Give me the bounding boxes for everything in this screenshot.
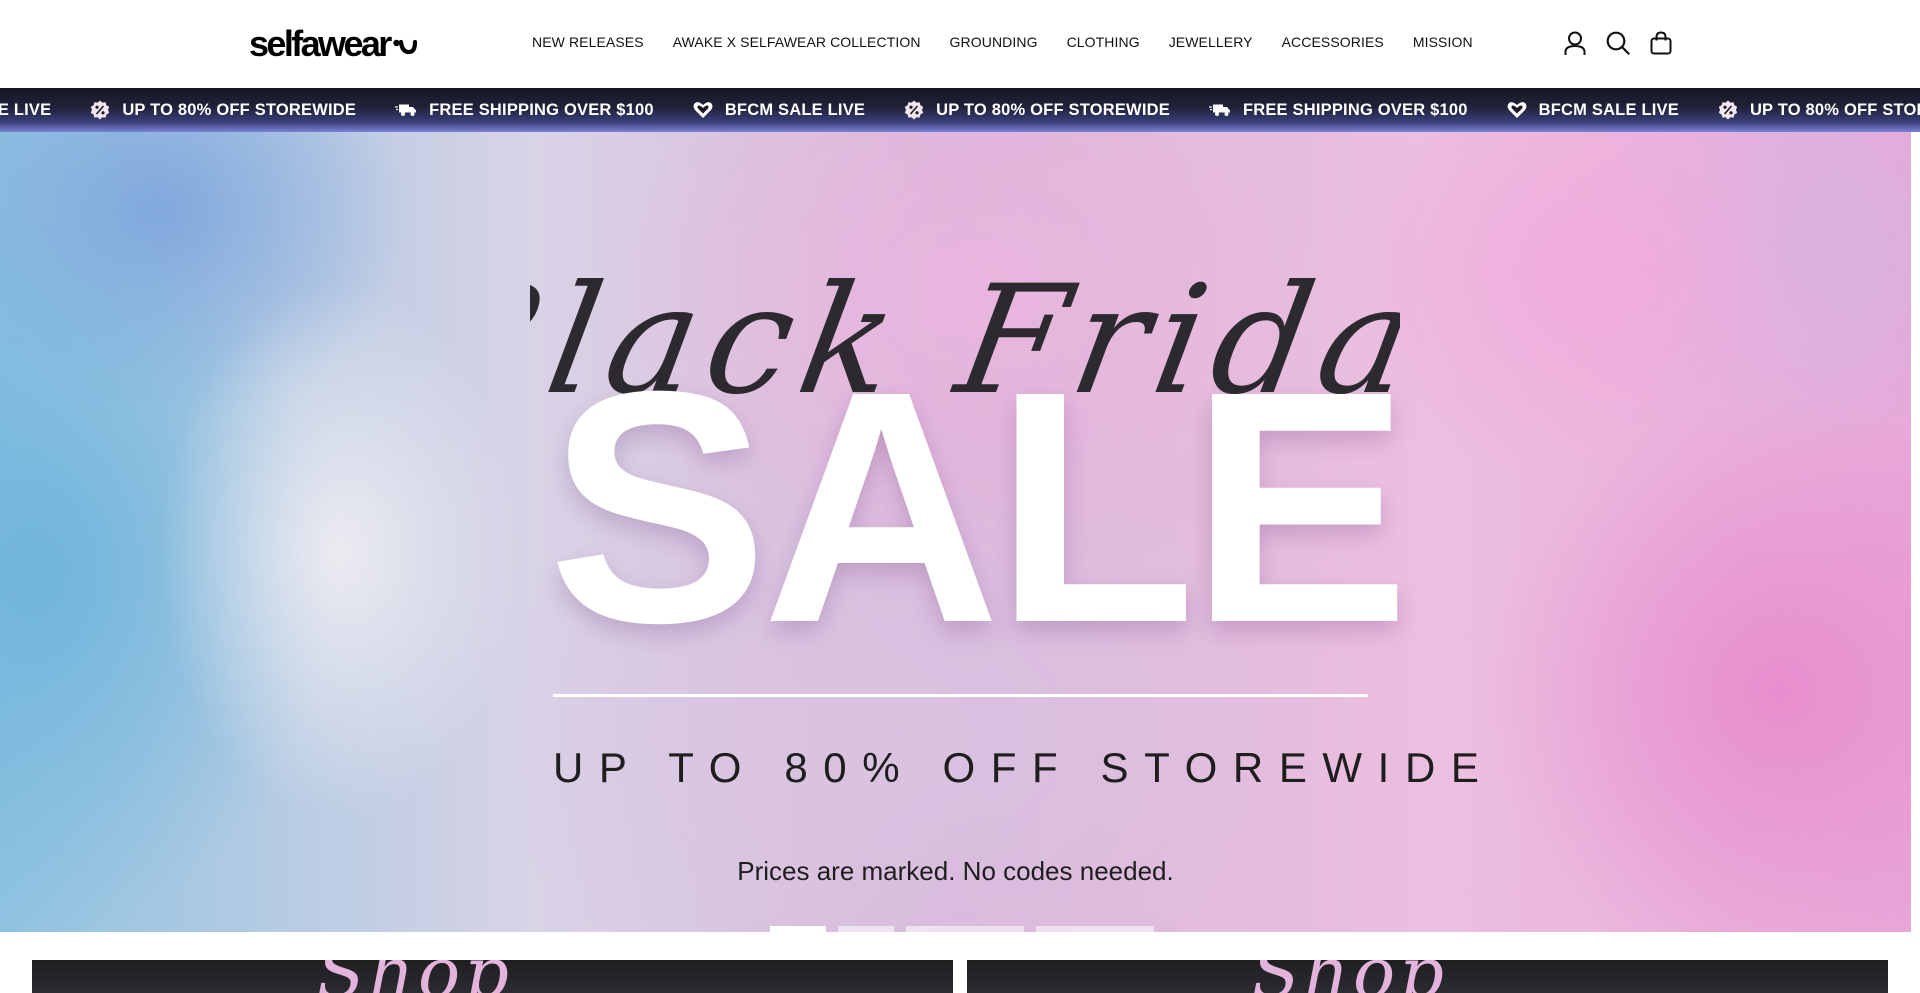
announcement-label: BFCM SALE LIVE <box>0 100 52 119</box>
nav-new-releases[interactable]: NEW RELEASES <box>532 34 644 50</box>
slider-dot[interactable] <box>770 926 826 932</box>
tile-right-title: Shop <box>1252 960 1448 993</box>
hero-divider <box>553 694 1368 697</box>
nav-awake-collection[interactable]: AWAKE X SELFAWEAR COLLECTION <box>673 34 921 50</box>
announcement-track: BFCM SALE LIVE UP TO 80% OFF STOREWIDE FRE… <box>0 88 1920 132</box>
site-logo[interactable]: selfawear <box>249 24 417 64</box>
announcement-item: BFCM SALE LIVE <box>693 101 865 120</box>
slider-dot[interactable] <box>906 926 1024 932</box>
announcement-item: UP TO 80% OFF STOREWIDE <box>1718 100 1920 120</box>
promo-tile-left[interactable]: Shop <box>32 960 953 993</box>
delivery-truck-icon <box>395 103 417 117</box>
announcement-label: BFCM SALE LIVE <box>724 100 866 119</box>
discount-badge-icon <box>90 100 110 120</box>
announcement-bar: BFCM SALE LIVE UP TO 80% OFF STOREWIDE FRE… <box>0 88 1920 132</box>
slider-dot[interactable] <box>838 926 894 932</box>
discount-badge-icon <box>904 100 924 120</box>
tile-left-title: Shop <box>317 960 513 993</box>
smile-logo-icon <box>393 39 417 55</box>
announcement-label: FREE SHIPPING OVER $100 <box>1242 100 1468 119</box>
delivery-truck-icon <box>1208 103 1231 117</box>
header-actions <box>1563 30 1673 56</box>
promo-tiles: Shop Shop <box>0 960 1920 993</box>
nav-mission[interactable]: MISSION <box>1413 34 1473 50</box>
hero-banner[interactable]: Black Friday SALE UP TO 80% OFF STOREWID… <box>0 132 1911 932</box>
logo-text: selfawear <box>249 23 392 64</box>
slider-dot[interactable] <box>1036 926 1154 932</box>
hero-subheadline: UP TO 80% OFF STOREWIDE <box>553 744 1495 791</box>
announcement-item: BFCM SALE LIVE <box>1507 101 1679 120</box>
account-icon[interactable] <box>1563 30 1587 56</box>
heart-icon <box>1507 101 1527 119</box>
announcement-item: BFCM SALE LIVE <box>0 101 51 120</box>
announcement-label: BFCM SALE LIVE <box>1538 100 1679 119</box>
announcement-label: UP TO 80% OFF STOREWIDE <box>1749 100 1920 119</box>
announcement-item: UP TO 80% OFF STOREWIDE <box>90 100 356 120</box>
discount-badge-icon <box>1718 100 1738 120</box>
sale-headline: SALE <box>548 322 1410 691</box>
announcement-label: FREE SHIPPING OVER $100 <box>429 100 654 119</box>
heart-icon <box>693 101 713 119</box>
announcement-item: UP TO 80% OFF STOREWIDE <box>904 100 1170 120</box>
site-header: selfawear NEW RELEASES AWAKE X SELFAWEAR… <box>0 0 1920 88</box>
nav-jewellery[interactable]: JEWELLERY <box>1169 34 1253 50</box>
announcement-item: FREE SHIPPING OVER $100 <box>395 101 654 120</box>
announcement-item: FREE SHIPPING OVER $100 <box>1208 100 1468 120</box>
cart-icon[interactable] <box>1649 30 1673 56</box>
announcement-label: UP TO 80% OFF STOREWIDE <box>936 100 1170 119</box>
search-icon[interactable] <box>1606 30 1630 56</box>
main-nav: NEW RELEASES AWAKE X SELFAWEAR COLLECTIO… <box>532 34 1473 50</box>
promo-tile-right[interactable]: Shop <box>967 960 1888 993</box>
nav-accessories[interactable]: ACCESSORIES <box>1282 34 1384 50</box>
announcement-label: UP TO 80% OFF STOREWIDE <box>122 100 357 119</box>
nav-clothing[interactable]: CLOTHING <box>1067 34 1140 50</box>
hero-note: Prices are marked. No codes needed. <box>737 856 1174 886</box>
slider-pagination <box>770 926 1154 932</box>
nav-grounding[interactable]: GROUNDING <box>950 34 1038 50</box>
